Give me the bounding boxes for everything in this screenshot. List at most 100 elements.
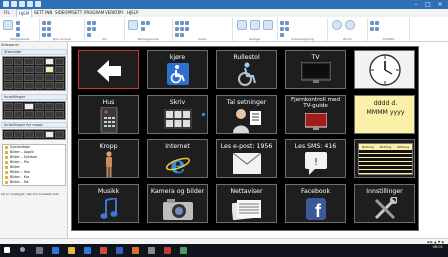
maximize-button[interactable]: □ <box>422 0 434 9</box>
settings-header[interactable]: Innstillinger <box>1 94 67 100</box>
message-window-icon[interactable] <box>128 20 138 30</box>
app-icon[interactable] <box>100 247 107 254</box>
properties-icon[interactable] <box>263 20 273 30</box>
speak-sentences-cell[interactable]: Tal setninger <box>216 95 277 134</box>
nav-back-button[interactable] <box>280 20 289 25</box>
tab-fil[interactable]: FIL <box>2 9 12 17</box>
tab-sideoppsett[interactable]: SIDEOPPSETT <box>53 9 84 17</box>
date-cell[interactable]: dddd d. MMMM yyyy <box>354 95 415 134</box>
view-option-1[interactable] <box>87 20 96 25</box>
back-cell[interactable] <box>78 50 139 89</box>
tv-cell[interactable]: TV <box>285 50 346 89</box>
camera-photos-cell[interactable]: Kamera og bilder <box>147 184 208 223</box>
facebook-cell[interactable]: Facebook f <box>285 184 346 223</box>
music-cell[interactable]: Musikk <box>78 184 139 223</box>
task-view-icon[interactable] <box>36 247 43 254</box>
new-page-button[interactable] <box>42 26 51 31</box>
undo-icon[interactable] <box>19 1 25 7</box>
message-option-1[interactable] <box>141 20 150 25</box>
tab-hjelp[interactable]: HJELP <box>125 9 140 17</box>
tab-hjem[interactable]: HJEM <box>16 9 33 17</box>
camera-icon <box>162 199 193 220</box>
wheelchair-cell[interactable]: Rullestol <box>216 50 277 89</box>
internet-cell[interactable]: Internet e <box>147 139 208 178</box>
folder-thumbnail-grid[interactable] <box>2 129 66 140</box>
date-format-label: dddd d. MMMM yyyy <box>366 100 405 116</box>
house-cell[interactable]: Hus <box>78 95 139 134</box>
new-window-button[interactable] <box>42 20 51 25</box>
cell-label: Les SMS: 416 <box>294 143 337 150</box>
edit-mode-icon[interactable] <box>250 20 260 30</box>
file-explorer-icon[interactable] <box>68 247 75 254</box>
edit-icon[interactable] <box>237 20 247 30</box>
svg-text:!: ! <box>313 157 317 168</box>
search-icon[interactable] <box>20 247 25 252</box>
cell-label: Les e-post: 1956 <box>220 143 273 150</box>
message-option-2[interactable] <box>141 26 145 31</box>
read-email-cell[interactable]: Les e-post: 1956 <box>216 139 277 178</box>
communication-board: kjøre Rullestol TV Hus Skriv Tal setning… <box>71 46 419 231</box>
keyboard-icon <box>163 109 192 129</box>
ribbon-group-cells: Celler <box>173 18 233 41</box>
app-icon[interactable] <box>180 247 187 254</box>
cell-option-2[interactable] <box>175 26 189 31</box>
view-option-2[interactable] <box>87 26 96 31</box>
nav-forward-button[interactable] <box>280 26 289 31</box>
window-controls: – □ × <box>410 0 446 9</box>
copy-button[interactable] <box>16 26 20 31</box>
list-item[interactable]: Bilder – Fat <box>3 180 65 185</box>
read-sms-cell[interactable]: Les SMS: 416 ! <box>285 139 346 178</box>
tab-verktoy[interactable]: VERKTØY <box>103 9 125 17</box>
paste-icon[interactable] <box>3 20 13 30</box>
ribbon-group-label: Sidenavigering <box>291 37 314 41</box>
close-button[interactable]: × <box>434 0 446 9</box>
wheelchair-icon <box>166 63 189 85</box>
save-icon[interactable] <box>11 1 17 7</box>
app-icon[interactable] <box>164 247 171 254</box>
app-icon[interactable] <box>148 247 155 254</box>
clock-cell[interactable] <box>354 50 415 89</box>
cell-label: Facebook <box>300 188 331 195</box>
tab-sett-inn[interactable]: SETT INN <box>32 9 54 17</box>
app-icon[interactable] <box>116 247 123 254</box>
zoom-out-icon[interactable] <box>345 20 355 30</box>
settings-cell[interactable]: Innstillinger <box>354 184 415 223</box>
music-note-icon <box>99 198 118 219</box>
ribbon-group-label: Celler <box>198 37 207 41</box>
start-pages-header[interactable]: Startsider <box>1 49 67 55</box>
start-button-icon[interactable] <box>4 247 10 253</box>
file-list: Symboltegn Bilder – Applik Bilder – Sykd… <box>2 144 66 186</box>
body-cell[interactable]: Kropp <box>78 139 139 178</box>
cell-label: Fjernkontroll med TV-guide <box>290 97 341 110</box>
redo-icon[interactable] <box>27 1 33 7</box>
envelope-icon <box>232 153 261 174</box>
app-icon[interactable] <box>84 247 91 254</box>
dictionary-option-2[interactable] <box>370 26 379 31</box>
cut-button[interactable] <box>16 20 20 25</box>
dictionary-option-1[interactable] <box>370 20 379 25</box>
settings-for-folder-header[interactable]: Innstillinger for mapp <box>1 122 67 128</box>
ribbon-group-label: Nye vinduer <box>52 37 72 41</box>
edge-browser-icon[interactable] <box>52 247 59 254</box>
remote-tv-guide-cell[interactable]: Fjernkontroll med TV-guide <box>285 95 346 134</box>
calendar-grid: Nothing Nothing Nothing <box>358 143 413 175</box>
facebook-icon: f <box>305 198 326 220</box>
drive-cell[interactable]: kjøre <box>147 50 208 89</box>
ribbon-group-label: Ordliste <box>382 37 395 41</box>
cell-label: Skriv <box>169 99 186 106</box>
taskbar-clock[interactable]: 08:01 <box>433 245 443 250</box>
cell-option-1[interactable] <box>175 20 189 25</box>
cell-label: Innstillinger <box>366 188 403 195</box>
calendar-cell[interactable]: Nothing Nothing Nothing <box>354 139 415 178</box>
write-cell[interactable]: Skriv <box>147 95 208 134</box>
newspapers-cell[interactable]: Nettaviser <box>216 184 277 223</box>
quick-access-toolbar <box>3 1 41 8</box>
app-icon[interactable] <box>132 247 139 254</box>
side-panel: Sidepanel Startsider Innstillinger Innst… <box>0 42 68 238</box>
settings-thumbnail-grid[interactable] <box>2 101 66 120</box>
zoom-in-icon[interactable] <box>332 20 342 30</box>
print-icon[interactable] <box>35 1 41 7</box>
page-thumbnail-grid[interactable] <box>2 56 66 91</box>
tv-guide-icon <box>304 113 327 130</box>
minimize-button[interactable]: – <box>410 0 422 9</box>
